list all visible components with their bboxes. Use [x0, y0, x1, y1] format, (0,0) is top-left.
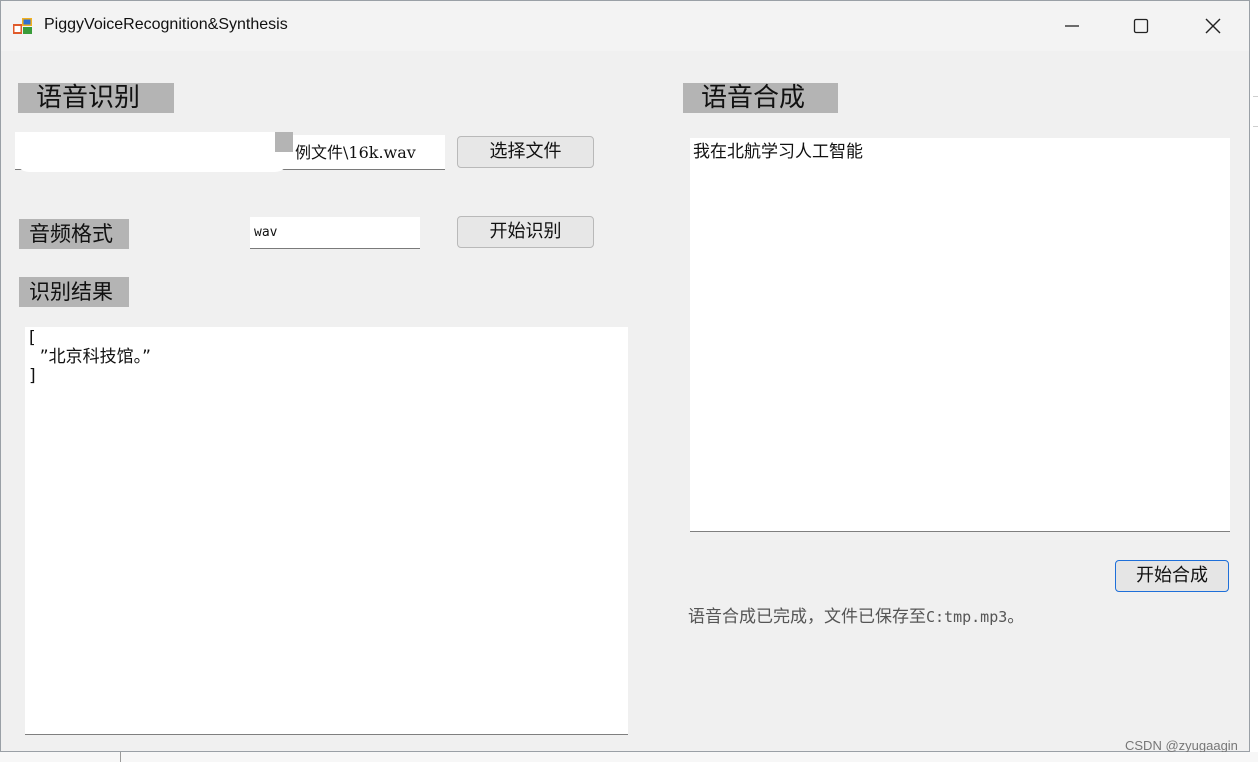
close-icon — [1205, 18, 1221, 34]
redacted-area — [15, 132, 289, 172]
app-window: PiggyVoiceRecognition&Synthesis 语音识别 例文件… — [0, 0, 1250, 753]
synthesis-status: 语音合成已完成，文件已保存至C:tmp.mp3。 — [688, 602, 1024, 627]
status-prefix: 语音合成已完成，文件已保存至 — [688, 607, 926, 627]
recognition-result-box[interactable]: [ ”北京科技馆。” ] — [25, 327, 628, 735]
minimize-icon — [1065, 25, 1079, 27]
maximize-button[interactable] — [1105, 1, 1177, 51]
title-bar: PiggyVoiceRecognition&Synthesis — [1, 1, 1249, 51]
maximize-icon — [1133, 18, 1149, 34]
file-path-value: 例文件\16k.wav — [295, 143, 416, 162]
redaction-mark — [275, 132, 293, 152]
status-suffix: 。 — [1007, 607, 1025, 627]
result-line: [ — [29, 328, 36, 348]
synthesis-text-value: 我在北航学习人工智能 — [693, 142, 863, 162]
result-line: ] — [29, 366, 36, 386]
audio-format-value: wav — [254, 225, 278, 240]
choose-file-button[interactable]: 选择文件 — [457, 136, 594, 168]
recognition-header: 语音识别 — [18, 83, 174, 113]
watermark: CSDN @zyugaagin — [1125, 738, 1238, 753]
window-right-edge — [1250, 0, 1258, 762]
close-button[interactable] — [1177, 1, 1249, 51]
start-recognition-button[interactable]: 开始识别 — [457, 216, 594, 248]
start-synthesis-button[interactable]: 开始合成 — [1115, 560, 1229, 592]
audio-format-input[interactable]: wav — [250, 217, 420, 249]
synthesis-text-input[interactable]: 我在北航学习人工智能 — [690, 138, 1230, 532]
minimize-button[interactable] — [1036, 1, 1108, 51]
synthesis-header: 语音合成 — [683, 83, 838, 113]
result-line: ”北京科技馆。” — [29, 347, 151, 367]
result-label: 识别结果 — [19, 277, 129, 307]
app-icon — [13, 18, 32, 34]
status-path: C:tmp.mp3 — [926, 608, 1008, 626]
window-title: PiggyVoiceRecognition&Synthesis — [44, 16, 288, 33]
window-bottom-edge — [0, 752, 1258, 762]
audio-format-label: 音频格式 — [19, 219, 129, 249]
